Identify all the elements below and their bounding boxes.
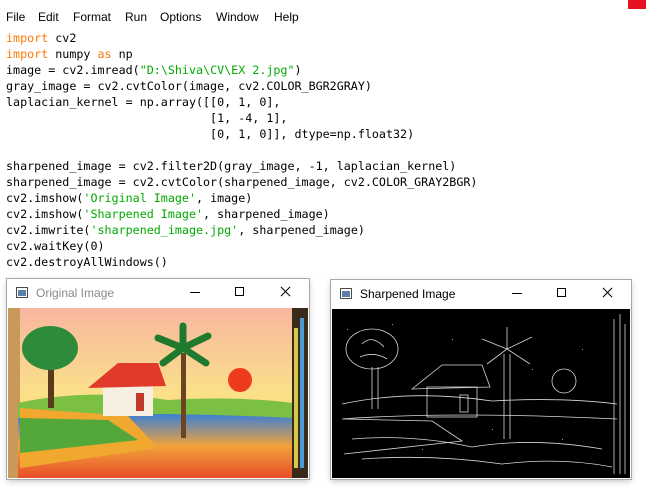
string-token: "D:\Shiva\CV\EX 2.jpg" <box>139 63 295 77</box>
code-token: laplacian_kernel = np.array([[0, 1, 0], <box>6 95 281 109</box>
pencil-2 <box>300 318 304 468</box>
string-token: 'Sharpened Image' <box>83 207 204 221</box>
string-token: 'sharpened_image.jpg' <box>90 223 239 237</box>
maximize-icon[interactable] <box>554 285 570 301</box>
code-token: ) <box>294 63 302 77</box>
menu-edit[interactable]: Edit <box>38 10 59 24</box>
code-line[interactable]: [0, 1, 0]], dtype=np.float32) <box>6 126 646 142</box>
menu-help[interactable]: Help <box>274 10 299 24</box>
menu-run[interactable]: Run <box>125 10 147 24</box>
code-token: cv2.waitKey(0) <box>6 239 105 253</box>
code-token: [0, 1, 0]], dtype=np.float32) <box>6 127 415 141</box>
tree-leaves <box>22 326 78 370</box>
keyword-token: import <box>6 31 49 45</box>
code-token: np <box>111 47 133 61</box>
close-button-edge[interactable] <box>628 0 646 9</box>
code-line[interactable]: [1, -4, 1], <box>6 110 646 126</box>
code-line[interactable]: cv2.destroyAllWindows() <box>6 254 646 270</box>
code-line[interactable]: cv2.imshow('Original Image', image) <box>6 190 646 206</box>
image-window-icon <box>16 287 28 298</box>
code-line[interactable]: sharpened_image = cv2.cvtColor(sharpened… <box>6 174 646 190</box>
title-bar[interactable]: Original Image <box>7 279 309 307</box>
code-token: , sharpened_image) <box>238 223 365 237</box>
code-line[interactable] <box>6 142 646 158</box>
image-window-icon <box>340 288 352 299</box>
code-token: gray_image = cv2.cvtColor(image, cv2.COL… <box>6 79 372 93</box>
window-title: Sharpened Image <box>360 287 456 301</box>
code-line[interactable]: import numpy as np <box>6 46 646 62</box>
menu-bar: File Edit Format Run Options Window Help <box>0 0 646 28</box>
menu-file[interactable]: File <box>6 10 25 24</box>
keyword-token: import <box>6 47 49 61</box>
code-token: cv2.imshow( <box>6 207 84 221</box>
code-token: sharpened_image = cv2.cvtColor(sharpened… <box>6 175 478 189</box>
code-line[interactable]: laplacian_kernel = np.array([[0, 1, 0], <box>6 94 646 110</box>
code-line[interactable]: cv2.imshow('Sharpened Image', sharpened_… <box>6 206 646 222</box>
house-wall <box>103 386 153 416</box>
house-door <box>136 393 144 411</box>
code-token: cv2.destroyAllWindows() <box>6 255 168 269</box>
code-line[interactable]: import cv2 <box>6 30 646 46</box>
title-bar[interactable]: Sharpened Image <box>331 280 631 308</box>
minimize-icon[interactable] <box>187 284 203 300</box>
code-line[interactable]: cv2.imwrite('sharpened_image.jpg', sharp… <box>6 222 646 238</box>
original-image-canvas <box>8 308 308 478</box>
menu-format[interactable]: Format <box>73 10 111 24</box>
sharpened-image-canvas <box>332 309 630 478</box>
original-image-window: Original Image <box>7 279 309 479</box>
code-line[interactable]: sharpened_image = cv2.filter2D(gray_imag… <box>6 158 646 174</box>
code-token: cv2.imshow( <box>6 191 84 205</box>
minimize-icon[interactable] <box>509 285 525 301</box>
code-token: image = cv2.imread( <box>6 63 140 77</box>
code-token: , sharpened_image) <box>203 207 330 221</box>
code-token: cv2 <box>48 31 77 45</box>
code-token: [1, -4, 1], <box>6 111 288 125</box>
maximize-icon[interactable] <box>232 284 248 300</box>
menu-window[interactable]: Window <box>216 10 259 24</box>
code-line[interactable]: gray_image = cv2.cvtColor(image, cv2.COL… <box>6 78 646 94</box>
code-token: , image) <box>196 191 253 205</box>
sharpened-image-window: Sharpened Image <box>331 280 631 479</box>
close-icon[interactable] <box>599 285 615 301</box>
code-line[interactable]: image = cv2.imread("D:\Shiva\CV\EX 2.jpg… <box>6 62 646 78</box>
code-token: cv2.imwrite( <box>6 223 91 237</box>
menu-options[interactable]: Options <box>160 10 201 24</box>
code-token: sharpened_image = cv2.filter2D(gray_imag… <box>6 159 457 173</box>
code-editor[interactable]: import cv2 import numpy as np image = cv2.… <box>6 30 646 270</box>
code-line[interactable]: cv2.waitKey(0) <box>6 238 646 254</box>
string-token: 'Original Image' <box>83 191 196 205</box>
sun <box>228 368 252 392</box>
window-title: Original Image <box>36 286 115 300</box>
pencil-1 <box>294 328 298 468</box>
palm-trunk <box>181 353 186 438</box>
code-token: numpy <box>48 47 98 61</box>
dark-background <box>332 309 630 478</box>
keyword-token: as <box>97 47 112 61</box>
close-icon[interactable] <box>277 284 293 300</box>
